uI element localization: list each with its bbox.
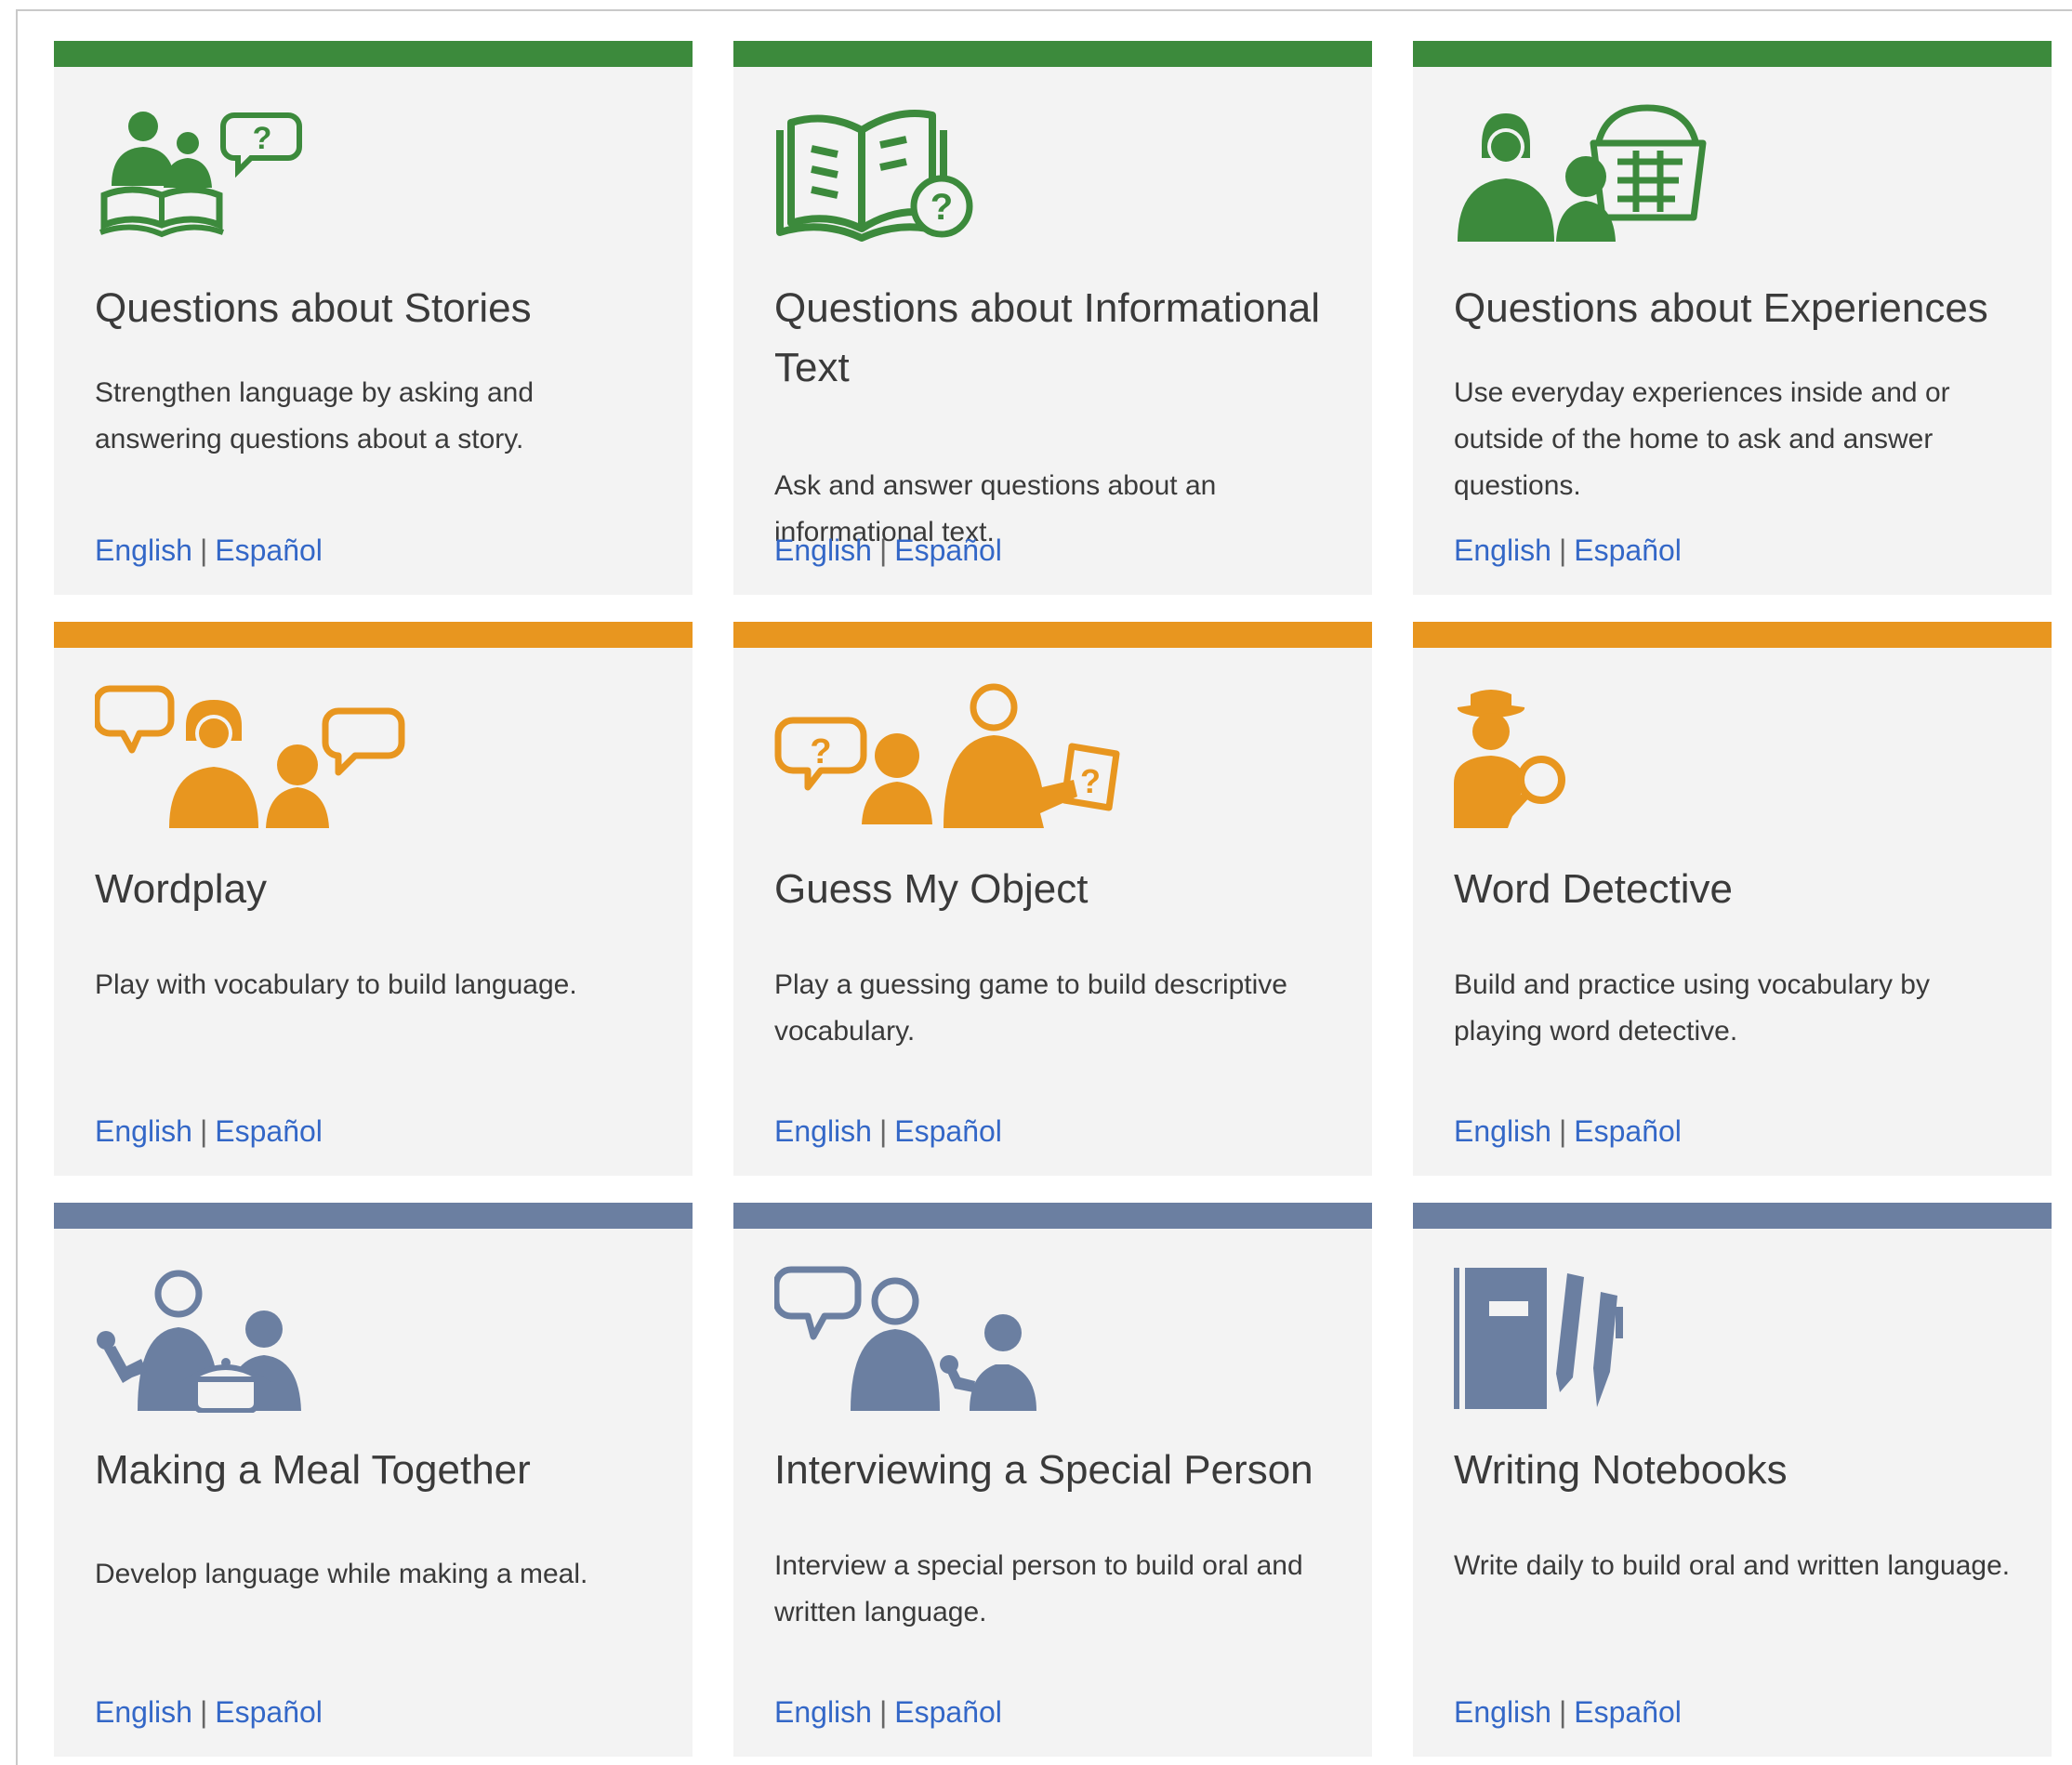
detective-magnifier-icon	[1454, 683, 1807, 832]
interview-microphone-icon	[774, 1264, 1128, 1413]
guessing-game-card-icon: ? ?	[774, 683, 1128, 832]
link-separator: |	[1558, 1695, 1567, 1729]
card-accent-bar	[733, 1203, 1372, 1229]
activity-card: ? Questions about Stories Strengthen lan…	[54, 41, 693, 595]
link-separator: |	[878, 1695, 888, 1729]
espanol-link[interactable]: Español	[1574, 1114, 1682, 1148]
card-accent-bar	[54, 1203, 693, 1229]
card-description: Use everyday experiences inside and or o…	[1454, 377, 1950, 501]
card-description: Build and practice using vocabulary by p…	[1454, 969, 1930, 1047]
card-accent-bar	[54, 622, 693, 648]
card-accent-bar	[54, 41, 693, 67]
language-links: English | Español	[774, 1111, 1002, 1152]
card-title: Wordplay	[95, 866, 268, 912]
card-accent-bar	[1413, 1203, 2052, 1229]
language-links: English | Español	[1454, 1692, 1682, 1732]
people-speech-bubbles-icon	[95, 683, 448, 832]
card-title: Questions about Informational Text	[774, 285, 1321, 390]
card-description: Play with vocabulary to build language.	[95, 969, 577, 1000]
language-links: English | Español	[774, 1692, 1002, 1732]
language-links: English | Español	[1454, 530, 1682, 571]
link-separator: |	[878, 533, 888, 567]
card-description: Develop language while making a meal.	[95, 1559, 588, 1589]
language-links: English | Español	[1454, 1111, 1682, 1152]
card-title: Questions about Experiences	[1454, 285, 1988, 331]
notebook-pencil-pen-icon	[1454, 1264, 1807, 1413]
activity-card: Making a Meal Together Develop language …	[54, 1203, 693, 1757]
english-link[interactable]: English	[95, 1695, 192, 1729]
espanol-link[interactable]: Español	[215, 533, 323, 567]
svg-text:?: ?	[930, 187, 953, 228]
activity-card-grid: ? Questions about Stories Strengthen lan…	[54, 41, 2052, 1757]
card-description: Strengthen language by asking and answer…	[95, 377, 534, 454]
activity-card: Writing Notebooks Write daily to build o…	[1413, 1203, 2052, 1757]
english-link[interactable]: English	[95, 1114, 192, 1148]
card-title: Writing Notebooks	[1454, 1447, 1788, 1493]
svg-text:?: ?	[1080, 762, 1101, 800]
open-book-question-icon: ?	[774, 102, 1128, 251]
english-link[interactable]: English	[1454, 1695, 1551, 1729]
espanol-link[interactable]: Español	[1574, 533, 1682, 567]
cooking-together-pot-icon	[95, 1264, 448, 1413]
card-title: Guess My Object	[774, 866, 1089, 912]
english-link[interactable]: English	[95, 533, 192, 567]
card-title: Word Detective	[1454, 866, 1733, 912]
card-description: Write daily to build oral and written la…	[1454, 1550, 2011, 1581]
people-shopping-basket-icon	[1454, 102, 1807, 251]
card-title: Questions about Stories	[95, 285, 532, 331]
language-links: English | Español	[95, 530, 323, 571]
english-link[interactable]: English	[774, 1695, 872, 1729]
link-separator: |	[878, 1114, 888, 1148]
espanol-link[interactable]: Español	[894, 533, 1002, 567]
card-accent-bar	[733, 622, 1372, 648]
link-separator: |	[199, 1695, 208, 1729]
language-links: English | Español	[95, 1692, 323, 1732]
activity-card: Word Detective Build and practice using …	[1413, 622, 2052, 1176]
activity-card: ? Questions about Informational Text Ask…	[733, 41, 1372, 595]
espanol-link[interactable]: Español	[215, 1114, 323, 1148]
espanol-link[interactable]: Español	[894, 1114, 1002, 1148]
card-title: Interviewing a Special Person	[774, 1447, 1313, 1493]
language-links: English | Español	[95, 1111, 323, 1152]
activity-card: ? ? Guess My Object Play a guessing game…	[733, 622, 1372, 1176]
english-link[interactable]: English	[774, 1114, 872, 1148]
link-separator: |	[1558, 533, 1567, 567]
svg-text:?: ?	[810, 732, 831, 771]
link-separator: |	[199, 533, 208, 567]
link-separator: |	[1558, 1114, 1567, 1148]
card-description: Interview a special person to build oral…	[774, 1550, 1303, 1627]
espanol-link[interactable]: Español	[894, 1695, 1002, 1729]
activity-card: Interviewing a Special Person Interview …	[733, 1203, 1372, 1757]
link-separator: |	[199, 1114, 208, 1148]
svg-text:?: ?	[253, 121, 272, 156]
card-accent-bar	[1413, 41, 2052, 67]
english-link[interactable]: English	[774, 533, 872, 567]
card-title: Making a Meal Together	[95, 1447, 531, 1493]
activity-card: Wordplay Play with vocabulary to build l…	[54, 622, 693, 1176]
english-link[interactable]: English	[1454, 533, 1551, 567]
language-links: English | Español	[774, 530, 1002, 571]
espanol-link[interactable]: Español	[1574, 1695, 1682, 1729]
card-accent-bar	[733, 41, 1372, 67]
espanol-link[interactable]: Español	[215, 1695, 323, 1729]
card-description: Play a guessing game to build descriptiv…	[774, 969, 1287, 1047]
english-link[interactable]: English	[1454, 1114, 1551, 1148]
activity-card: Questions about Experiences Use everyday…	[1413, 41, 2052, 595]
card-accent-bar	[1413, 622, 2052, 648]
parent-child-reading-book-question-icon: ?	[95, 102, 448, 251]
